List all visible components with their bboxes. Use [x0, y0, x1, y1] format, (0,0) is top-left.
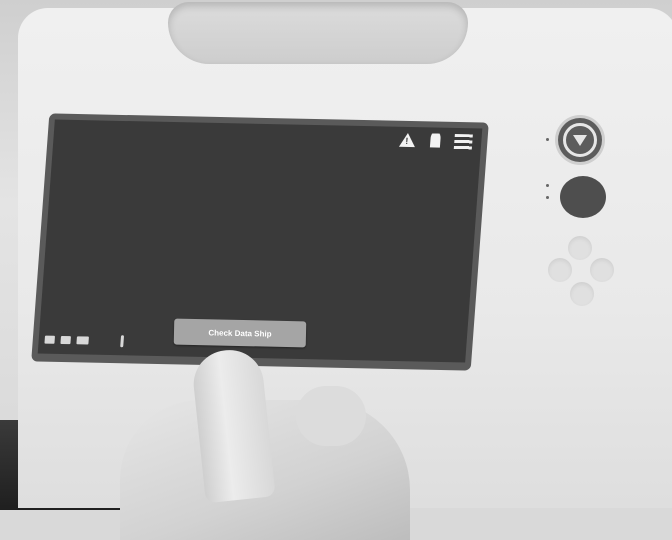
keypad-button[interactable]	[548, 258, 572, 282]
user-hand	[120, 340, 420, 520]
status-bar	[44, 334, 124, 348]
indicator-dot	[546, 138, 549, 141]
keypad-button[interactable]	[590, 258, 614, 282]
status-icon-2	[60, 336, 71, 344]
device-handle	[168, 2, 468, 64]
stop-triangle-icon	[573, 135, 587, 146]
hand-knuckle	[296, 386, 366, 446]
user-icon	[430, 133, 441, 147]
pointing-finger	[190, 347, 275, 503]
column-headers	[89, 160, 131, 167]
user-button[interactable]	[424, 133, 446, 157]
warning-button[interactable]	[396, 133, 418, 157]
indicator-dot	[546, 196, 549, 199]
photo: Check Data Ship	[0, 0, 672, 507]
round-dark-button[interactable]	[560, 176, 606, 218]
keypad-button[interactable]	[570, 282, 594, 306]
status-icon-1	[44, 336, 55, 344]
indicator-dot	[546, 184, 549, 187]
list-row[interactable]	[60, 178, 460, 196]
keypad-button[interactable]	[568, 236, 592, 260]
stop-button[interactable]	[558, 118, 602, 162]
stop-ring	[563, 123, 597, 157]
battery-icon	[76, 336, 89, 344]
warning-icon	[399, 133, 416, 147]
menu-icon	[454, 134, 473, 150]
top-icon-bar	[396, 133, 474, 159]
menu-button[interactable]	[452, 134, 474, 158]
